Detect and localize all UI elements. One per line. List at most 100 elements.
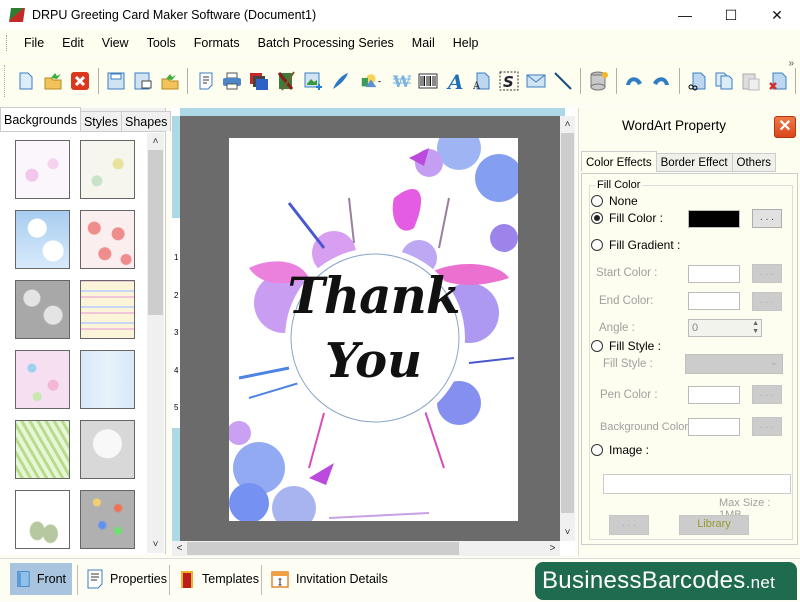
fill-color-swatch[interactable]: [688, 210, 740, 228]
background-thumbnail[interactable]: [15, 420, 70, 479]
insert-image-button[interactable]: [302, 70, 324, 92]
tab-shapes[interactable]: Shapes: [121, 111, 172, 131]
canvas-vertical-scrollbar[interactable]: ˄ ˅: [560, 116, 575, 541]
pen-color-box[interactable]: [688, 386, 740, 404]
cut-button[interactable]: [686, 70, 708, 92]
menu-formats[interactable]: Formats: [185, 36, 249, 50]
gallery-scrollbar[interactable]: ˄ ˅: [147, 133, 164, 553]
save-as-button[interactable]: [132, 70, 154, 92]
tab-front[interactable]: Front: [10, 563, 72, 595]
background-thumbnail[interactable]: [80, 420, 135, 479]
radio-image[interactable]: [591, 444, 603, 456]
menu-batch-processing-series[interactable]: Batch Processing Series: [249, 36, 403, 50]
menu-mail[interactable]: Mail: [403, 36, 444, 50]
background-thumbnail[interactable]: [15, 350, 70, 409]
tab-backgrounds[interactable]: Backgrounds: [0, 107, 81, 131]
tab-properties[interactable]: Properties: [80, 563, 173, 595]
background-color-box[interactable]: [688, 418, 740, 436]
close-panel-button[interactable]: ✕: [774, 116, 796, 138]
redo-button[interactable]: [650, 70, 672, 92]
menu-view[interactable]: View: [93, 36, 138, 50]
toolbar-overflow-button[interactable]: »: [788, 58, 794, 69]
radio-fill-style[interactable]: [591, 340, 603, 352]
scrollbar-thumb[interactable]: [148, 150, 163, 315]
print-button[interactable]: [222, 70, 244, 92]
delete-button[interactable]: [767, 70, 789, 92]
start-color-browse-button[interactable]: . . .: [752, 264, 782, 283]
save-button[interactable]: [105, 70, 127, 92]
layers-icon: [250, 73, 269, 90]
background-thumbnail[interactable]: [80, 210, 135, 269]
angle-spinner[interactable]: 0 ▲ ▼: [688, 319, 762, 337]
ruler-number: 5: [174, 403, 179, 412]
menu-tools[interactable]: Tools: [138, 36, 185, 50]
image-path-field[interactable]: [603, 474, 791, 494]
pen-button[interactable]: [329, 70, 351, 92]
open-button[interactable]: [42, 70, 64, 92]
database-button[interactable]: [588, 70, 610, 92]
email-button[interactable]: [525, 70, 547, 92]
library-button[interactable]: Library: [679, 515, 749, 535]
greeting-card[interactable]: Thank You: [229, 138, 518, 521]
tab-invitation-details[interactable]: Invitation Details: [264, 563, 394, 595]
tab-color-effects[interactable]: Color Effects: [581, 151, 657, 172]
pen-color-browse-button[interactable]: . . .: [752, 385, 782, 404]
background-thumbnail[interactable]: [80, 490, 135, 549]
undo-button[interactable]: [623, 70, 645, 92]
background-thumbnail[interactable]: [15, 280, 70, 339]
background-thumbnail[interactable]: [80, 350, 135, 409]
properties-button[interactable]: [195, 70, 217, 92]
canvas-horizontal-scrollbar[interactable]: < >: [172, 541, 560, 556]
new-button[interactable]: [15, 70, 37, 92]
scrollbar-thumb[interactable]: [561, 133, 574, 513]
export-button[interactable]: [159, 70, 181, 92]
text-file-button[interactable]: A: [471, 70, 493, 92]
barcode-button[interactable]: [417, 70, 439, 92]
close-document-button[interactable]: [69, 70, 91, 92]
fill-color-browse-button[interactable]: . . .: [752, 209, 782, 228]
start-color-box[interactable]: [688, 265, 740, 283]
radio-fill-color[interactable]: [591, 212, 603, 224]
wordart-button[interactable]: W: [391, 70, 413, 92]
end-color-browse-button[interactable]: . . .: [752, 292, 782, 311]
maximize-button[interactable]: ☐: [708, 0, 754, 30]
copy-button[interactable]: [713, 70, 735, 92]
image-browse-button[interactable]: . . .: [609, 515, 649, 535]
fill-style-dropdown[interactable]: ⌄: [685, 354, 783, 374]
background-thumbnail[interactable]: [80, 140, 135, 199]
tab-templates[interactable]: Templates: [172, 563, 265, 595]
background-thumbnail[interactable]: [80, 280, 135, 339]
background-thumbnail[interactable]: [15, 490, 70, 549]
scroll-left-button[interactable]: <: [172, 541, 187, 556]
tab-border-effect[interactable]: Border Effect: [655, 153, 733, 172]
scrollbar-thumb[interactable]: [187, 542, 459, 555]
scroll-down-button[interactable]: ˅: [147, 536, 164, 553]
scroll-up-button[interactable]: ˄: [147, 133, 164, 150]
shapes-button[interactable]: [356, 70, 386, 92]
end-color-box[interactable]: [688, 292, 740, 310]
scroll-down-button[interactable]: ˅: [560, 524, 575, 541]
radio-fill-gradient[interactable]: [591, 239, 603, 251]
tab-others[interactable]: Others: [731, 153, 777, 172]
background-thumbnail[interactable]: [15, 210, 70, 269]
background-button[interactable]: [275, 70, 297, 92]
minimize-button[interactable]: —: [662, 0, 708, 30]
spinner-arrows-icon[interactable]: ▲ ▼: [752, 320, 759, 336]
menu-help[interactable]: Help: [444, 36, 488, 50]
text-button[interactable]: A: [444, 70, 466, 92]
scroll-right-button[interactable]: >: [545, 541, 560, 556]
close-window-button[interactable]: ✕: [754, 0, 800, 30]
menu-edit[interactable]: Edit: [53, 36, 93, 50]
signature-button[interactable]: S: [498, 70, 520, 92]
background-color-browse-button[interactable]: . . .: [752, 417, 782, 436]
layers-button[interactable]: [248, 70, 270, 92]
background-thumbnail[interactable]: [15, 140, 70, 199]
card-text-thank[interactable]: Thank: [229, 266, 518, 325]
paste-button[interactable]: [740, 70, 762, 92]
tab-styles[interactable]: Styles: [79, 111, 123, 131]
line-button[interactable]: [552, 70, 574, 92]
menu-file[interactable]: File: [15, 36, 53, 50]
scroll-up-button[interactable]: ˄: [560, 116, 575, 133]
radio-none[interactable]: [591, 195, 603, 207]
card-text-you[interactable]: You: [229, 333, 518, 389]
